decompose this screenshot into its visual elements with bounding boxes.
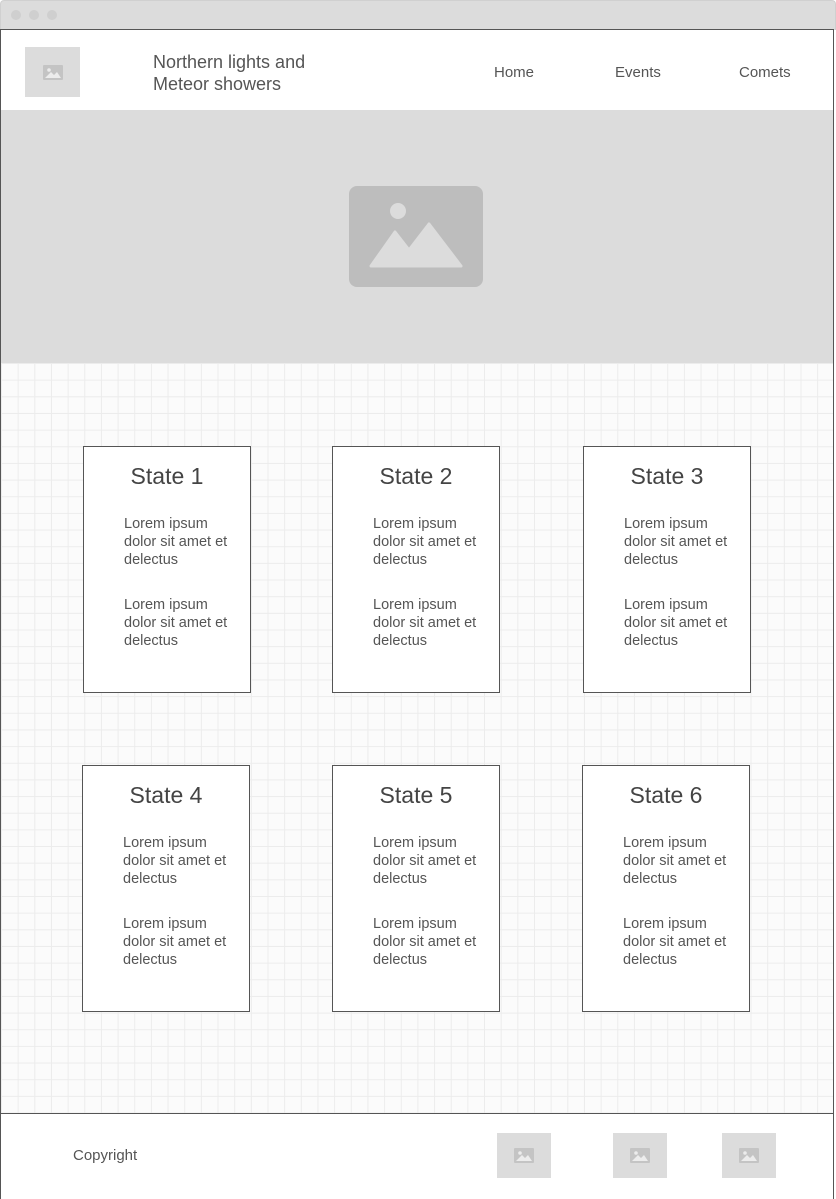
browser-titlebar: [0, 0, 836, 30]
copyright-text: Copyright: [73, 1147, 138, 1164]
site-title: Northern lights and Meteor showers: [153, 52, 306, 94]
nav-events-link[interactable]: Events: [615, 64, 661, 81]
card-title: State 1: [130, 463, 204, 489]
state-card-6: State 6 Lorem ipsum dolor sit amet et de…: [582, 765, 750, 1012]
page-frame: Northern lights and Meteor showers Home …: [0, 29, 834, 1199]
footer-image-placeholder-icon[interactable]: [722, 1133, 776, 1178]
card-paragraph: Lorem ipsum dolor sit amet et delectus: [124, 516, 228, 568]
footer-image-placeholder-icon[interactable]: [613, 1133, 667, 1178]
card-title: State 2: [379, 463, 453, 489]
nav-comets-link[interactable]: Comets: [739, 64, 791, 81]
card-paragraph: Lorem ipsum dolor sit amet et delectus: [373, 916, 477, 968]
card-title: State 5: [379, 782, 453, 808]
window-minimize-dot[interactable]: [29, 10, 39, 20]
logo-image-placeholder-icon[interactable]: [25, 47, 80, 97]
state-card-1: State 1 Lorem ipsum dolor sit amet et de…: [83, 446, 251, 693]
site-header: Northern lights and Meteor showers Home …: [1, 30, 833, 110]
state-card-4: State 4 Lorem ipsum dolor sit amet et de…: [82, 765, 250, 1012]
card-paragraph: Lorem ipsum dolor sit amet et delectus: [124, 597, 228, 649]
window-close-dot[interactable]: [11, 10, 21, 20]
card-paragraph: Lorem ipsum dolor sit amet et delectus: [123, 916, 227, 968]
card-title: State 3: [630, 463, 704, 489]
state-card-3: State 3 Lorem ipsum dolor sit amet et de…: [583, 446, 751, 693]
card-title: State 4: [129, 782, 203, 808]
hero-image-placeholder-icon: [349, 186, 483, 287]
footer-image-placeholder-icon[interactable]: [497, 1133, 551, 1178]
site-footer: Copyright: [1, 1113, 833, 1199]
state-card-2: State 2 Lorem ipsum dolor sit amet et de…: [332, 446, 500, 693]
card-paragraph: Lorem ipsum dolor sit amet et delectus: [373, 516, 477, 568]
content-grid: State 1 Lorem ipsum dolor sit amet et de…: [1, 363, 833, 1113]
card-paragraph: Lorem ipsum dolor sit amet et delectus: [624, 516, 728, 568]
card-paragraph: Lorem ipsum dolor sit amet et delectus: [624, 597, 728, 649]
card-paragraph: Lorem ipsum dolor sit amet et delectus: [623, 835, 727, 887]
card-paragraph: Lorem ipsum dolor sit amet et delectus: [373, 835, 477, 887]
nav-home-link[interactable]: Home: [494, 64, 534, 81]
card-paragraph: Lorem ipsum dolor sit amet et delectus: [623, 916, 727, 968]
window-maximize-dot[interactable]: [47, 10, 57, 20]
hero-banner: [1, 110, 833, 363]
card-paragraph: Lorem ipsum dolor sit amet et delectus: [373, 597, 477, 649]
card-title: State 6: [629, 782, 703, 808]
card-paragraph: Lorem ipsum dolor sit amet et delectus: [123, 835, 227, 887]
state-card-5: State 5 Lorem ipsum dolor sit amet et de…: [332, 765, 500, 1012]
